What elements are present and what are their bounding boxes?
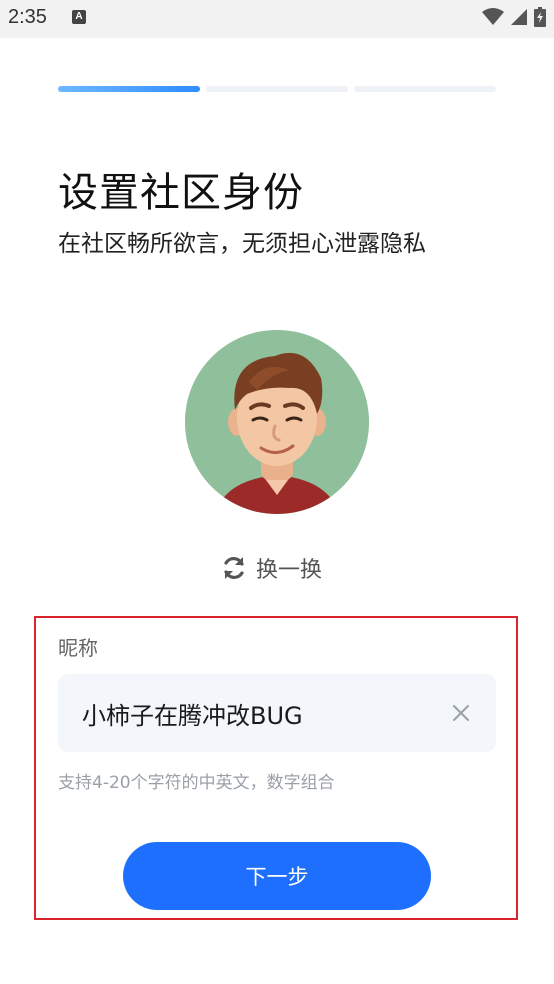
nickname-label: 昵称: [58, 636, 98, 660]
progress-step-3: [354, 86, 496, 92]
page-title: 设置社区身份: [58, 170, 304, 216]
step-progress: [58, 86, 496, 92]
next-step-button[interactable]: 下一步: [123, 842, 431, 910]
avatar-cartoon-man-icon: [185, 330, 369, 514]
nickname-hint: 支持4-20个字符的中英文，数字组合: [58, 773, 335, 793]
battery-icon: [534, 7, 546, 27]
progress-step-2: [206, 86, 348, 92]
signal-icon: [511, 9, 527, 25]
swap-label: 换一换: [256, 558, 323, 583]
status-bar: 2:35 A: [0, 0, 554, 38]
status-time: 2:35: [8, 6, 47, 28]
avatar: [185, 330, 369, 514]
progress-step-1: [58, 86, 200, 92]
nickname-input[interactable]: [82, 674, 422, 752]
refresh-icon: [224, 557, 244, 579]
wifi-icon: [482, 8, 504, 25]
notification-icon: A: [72, 10, 86, 24]
swap-avatar-button[interactable]: 换一换: [220, 552, 322, 584]
close-icon[interactable]: [450, 702, 472, 724]
nickname-field: [58, 674, 496, 752]
status-icons: [482, 7, 546, 27]
page-subtitle: 在社区畅所欲言，无须担心泄露隐私: [58, 231, 426, 257]
